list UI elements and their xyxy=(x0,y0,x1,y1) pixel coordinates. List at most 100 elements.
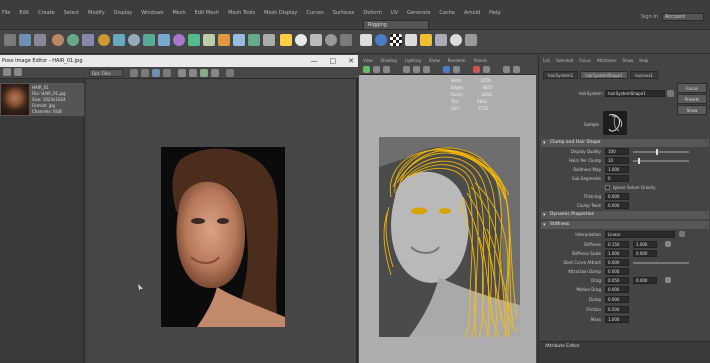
layout-icon[interactable] xyxy=(465,34,477,46)
menu-arnold[interactable]: Arnold xyxy=(464,10,480,16)
start-curve-slider[interactable] xyxy=(633,262,689,264)
stiffness-scale-field[interactable]: 1.000 xyxy=(605,250,629,257)
menu-file[interactable]: File xyxy=(2,10,10,16)
friction-field[interactable]: 0.500 xyxy=(605,306,629,313)
list-item[interactable]: HAIR_01 File: HAIR_01.jpg Size: 1024x102… xyxy=(0,83,84,116)
stiffness-field[interactable]: 0.150 xyxy=(605,241,629,248)
frame-icon[interactable] xyxy=(152,69,160,77)
tab-hair-system-shape[interactable]: hairSystemShape1 xyxy=(580,71,628,79)
torus-icon[interactable] xyxy=(173,34,185,46)
menu-uv[interactable]: UV xyxy=(391,10,398,16)
render-icon[interactable] xyxy=(340,34,352,46)
folder-icon[interactable] xyxy=(3,68,11,76)
clump-twist-field[interactable]: 0.000 xyxy=(605,202,629,209)
rgb-icon[interactable] xyxy=(178,69,186,77)
plane-icon[interactable] xyxy=(158,34,170,46)
focus-button[interactable]: Focus xyxy=(677,83,707,93)
spot-light-icon[interactable] xyxy=(295,34,307,46)
section-dynamic-properties[interactable]: Dynamic Properties xyxy=(541,211,709,219)
head-model-scene[interactable] xyxy=(379,137,520,338)
rotate-icon[interactable] xyxy=(67,34,79,46)
viewport-smooth-icon[interactable] xyxy=(413,66,420,73)
cube-icon[interactable] xyxy=(113,34,125,46)
menu-windows[interactable]: Windows xyxy=(141,10,163,16)
menu-select[interactable]: Select xyxy=(64,10,79,16)
attraction-damp-field[interactable]: 0.000 xyxy=(605,268,629,275)
hairs-per-clump-slider[interactable] xyxy=(633,160,689,162)
viewport-shadow-icon[interactable] xyxy=(453,66,460,73)
baldness-map-field[interactable]: 1.000 xyxy=(605,166,629,173)
show-button[interactable]: Show xyxy=(677,105,707,115)
menu-mesh[interactable]: Mesh xyxy=(172,10,185,16)
viewport-light-icon[interactable] xyxy=(443,66,450,73)
tab-nucleus[interactable]: nucleus1 xyxy=(629,71,658,79)
select-tool-icon[interactable] xyxy=(4,34,16,46)
hypershade-icon[interactable] xyxy=(375,34,387,46)
node-name-field[interactable]: hairSystemShape1 xyxy=(605,90,665,97)
extrude-icon[interactable] xyxy=(218,34,230,46)
close-button[interactable]: ✕ xyxy=(348,55,354,67)
display-quality-knob[interactable] xyxy=(656,149,658,155)
area-light-icon[interactable] xyxy=(310,34,322,46)
viewport-menu-lighting[interactable]: Lighting xyxy=(405,58,421,63)
paint-select-icon[interactable] xyxy=(34,34,46,46)
attr-menu-attributes[interactable]: Attributes xyxy=(597,58,617,63)
menu-curves[interactable]: Curves xyxy=(306,10,323,16)
menu-edit-mesh[interactable]: Edit Mesh xyxy=(195,10,219,16)
section-clump-hair-shape[interactable]: Clump and Hair Shape xyxy=(541,139,709,147)
minimize-button[interactable]: — xyxy=(311,55,318,67)
merge-icon[interactable] xyxy=(263,34,275,46)
viewport-texture-icon[interactable] xyxy=(423,66,430,73)
checker-icon[interactable] xyxy=(390,34,402,46)
menu-generate[interactable]: Generate xyxy=(407,10,430,16)
menu-mesh-display[interactable]: Mesh Display xyxy=(264,10,297,16)
viewport-camera-icon[interactable] xyxy=(373,66,380,73)
helix-icon[interactable] xyxy=(203,34,215,46)
cylinder-icon[interactable] xyxy=(128,34,140,46)
interpolation-dropdown[interactable]: Linear xyxy=(605,231,675,238)
maximize-button[interactable]: □ xyxy=(330,55,337,67)
viewport-grid-icon[interactable] xyxy=(383,66,390,73)
menu-display[interactable]: Display xyxy=(114,10,132,16)
workspace-dropdown[interactable]: Rigging xyxy=(363,20,429,30)
menu-mesh-tools[interactable]: Mesh Tools xyxy=(228,10,255,16)
bridge-icon[interactable] xyxy=(248,34,260,46)
light-icon[interactable] xyxy=(280,34,292,46)
refresh-icon[interactable] xyxy=(14,68,22,76)
cone-icon[interactable] xyxy=(143,34,155,46)
map-button-icon[interactable] xyxy=(665,277,671,283)
damp-field[interactable]: 0.000 xyxy=(605,296,629,303)
start-curve-attract-field[interactable]: 0.000 xyxy=(605,259,629,266)
scale-icon[interactable] xyxy=(82,34,94,46)
camera-icon[interactable] xyxy=(325,34,337,46)
pipe-icon[interactable] xyxy=(188,34,200,46)
map-button-icon[interactable] xyxy=(665,241,671,247)
grid-icon[interactable] xyxy=(141,69,149,77)
viewport-hud-icon[interactable] xyxy=(503,66,510,73)
display-quality-slider[interactable] xyxy=(633,151,689,153)
exposure-icon[interactable] xyxy=(200,69,208,77)
interpolation-arrow-icon[interactable] xyxy=(679,231,685,237)
menu-edit[interactable]: Edit xyxy=(19,10,29,16)
stiffness-field-2[interactable]: 1.000 xyxy=(633,241,657,248)
attr-menu-focus[interactable]: Focus xyxy=(579,58,590,63)
menu-help[interactable]: Help xyxy=(489,10,500,16)
viewport-resolution-icon[interactable] xyxy=(513,66,520,73)
section-stiffness[interactable]: Stiffness xyxy=(541,221,709,229)
render-settings-icon[interactable] xyxy=(360,34,372,46)
viewport-wireframe-icon[interactable] xyxy=(403,66,410,73)
bevel-icon[interactable] xyxy=(233,34,245,46)
presets-button[interactable]: Presets xyxy=(677,94,707,104)
drag-field[interactable]: 0.050 xyxy=(605,277,629,284)
attr-menu-selected[interactable]: Selected xyxy=(556,58,573,63)
mass-field[interactable]: 1.000 xyxy=(605,316,629,323)
motion-drag-field[interactable]: 0.000 xyxy=(605,286,629,293)
menu-create[interactable]: Create xyxy=(38,10,55,16)
cloud-icon[interactable] xyxy=(450,34,462,46)
menu-surfaces[interactable]: Surfaces xyxy=(333,10,355,16)
drag-field-2[interactable]: 0.000 xyxy=(633,277,657,284)
viewport-menu-view[interactable]: View xyxy=(363,58,373,63)
viewport-tool-icon[interactable] xyxy=(363,66,370,73)
display-quality-field[interactable]: 100 xyxy=(605,148,629,155)
image-view[interactable] xyxy=(86,79,356,363)
